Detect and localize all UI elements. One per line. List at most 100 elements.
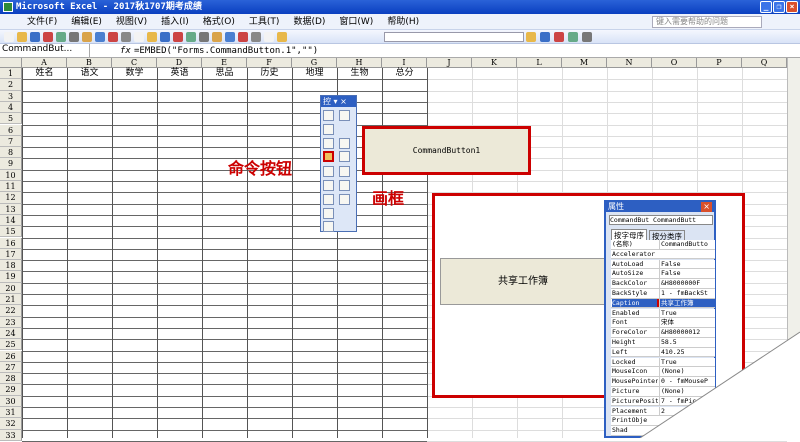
font-select[interactable] [384, 32, 524, 42]
row-header-29[interactable]: 29 [0, 384, 22, 396]
column-header-M[interactable]: M [562, 58, 607, 68]
toolbar-button-19[interactable] [251, 32, 261, 42]
menu-item-2[interactable]: 视图(V) [109, 14, 154, 30]
toolbar-button-34[interactable] [568, 32, 578, 42]
row-header-27[interactable]: 27 [0, 361, 22, 374]
property-row[interactable]: Font 宋体 [611, 318, 715, 328]
cell-H1[interactable]: 生物 [337, 68, 382, 79]
property-row[interactable]: ForeColor &H80000012 [611, 328, 715, 338]
toolbox-tool-icon[interactable] [339, 138, 350, 149]
column-header-B[interactable]: B [67, 58, 112, 68]
column-header-N[interactable]: N [607, 58, 652, 68]
cell-F1[interactable]: 历史 [247, 68, 292, 79]
toolbar-button-20[interactable] [264, 32, 274, 42]
toolbox-tool-icon[interactable] [339, 194, 350, 205]
column-header-G[interactable]: G [292, 58, 337, 68]
toolbox-tool-icon[interactable] [323, 124, 334, 135]
property-value[interactable]: 宋体 [659, 318, 715, 328]
row-header-11[interactable]: 11 [0, 181, 22, 193]
row-header-7[interactable]: 7 [0, 135, 22, 148]
command-button-tool-icon[interactable] [323, 151, 334, 162]
row-header-25[interactable]: 25 [0, 339, 22, 351]
row-header-1[interactable]: 1 [0, 68, 22, 80]
row-header-22[interactable]: 22 [0, 305, 22, 317]
property-value[interactable]: &H80000012 [659, 328, 715, 337]
property-row[interactable]: (名称) CommandButto [611, 240, 715, 250]
column-header-Q[interactable]: Q [742, 58, 787, 68]
help-search-input[interactable]: 键入需要帮助的问题 [652, 16, 762, 28]
property-row[interactable]: Left 410.25 [611, 347, 715, 358]
column-header-P[interactable]: P [697, 58, 742, 68]
toolbox-tool-icon[interactable] [323, 208, 334, 219]
property-value[interactable]: False [659, 259, 715, 269]
row-header-2[interactable]: 2 [0, 79, 22, 91]
menu-item-5[interactable]: 工具(T) [242, 14, 287, 30]
toolbox-tool-icon[interactable] [339, 166, 350, 177]
command-button[interactable]: CommandButton1 [362, 126, 531, 175]
column-header-F[interactable]: F [247, 58, 292, 68]
property-row[interactable]: PrintObje [611, 416, 715, 426]
row-header-18[interactable]: 18 [0, 260, 22, 272]
toolbar-button-21[interactable] [277, 32, 287, 42]
row-header-33[interactable]: 33 [0, 429, 22, 441]
column-header-E[interactable]: E [202, 58, 247, 68]
toolbar-button-12[interactable] [160, 32, 170, 42]
cell-G1[interactable]: 地理 [292, 68, 337, 79]
row-header-5[interactable]: 5 [0, 113, 22, 125]
property-value[interactable]: &H8000000F [659, 279, 715, 288]
row-header-21[interactable]: 21 [0, 294, 22, 306]
row-header-28[interactable]: 28 [0, 373, 22, 385]
property-row[interactable]: MousePointer 0 - fmMouseP [611, 377, 715, 387]
row-header-4[interactable]: 4 [0, 101, 22, 114]
formula-input[interactable]: =EMBED("Forms.CommandButton.1","") [134, 44, 318, 58]
row-header-30[interactable]: 30 [0, 395, 22, 407]
property-row[interactable]: PicturePosit 7 - fmPic [611, 396, 715, 407]
property-value[interactable]: 共享工作簿 [657, 298, 715, 308]
toolbar-button-3[interactable] [43, 32, 53, 42]
restore-button[interactable]: ❐ [773, 1, 785, 13]
property-value[interactable]: False [659, 269, 715, 279]
toolbar-button-10[interactable] [134, 32, 144, 42]
close-button[interactable]: × [786, 1, 798, 13]
menu-item-8[interactable]: 帮助(H) [380, 14, 426, 30]
toolbar-button-15[interactable] [199, 32, 209, 42]
property-value[interactable]: (None) [659, 387, 715, 396]
row-header-32[interactable]: 32 [0, 418, 22, 430]
property-row[interactable]: Enabled True [611, 308, 715, 319]
close-icon[interactable]: × [701, 202, 712, 212]
cell-B1[interactable]: 语文 [67, 68, 112, 79]
property-value[interactable]: (None) [659, 367, 715, 377]
menu-item-0[interactable]: 文件(F) [20, 14, 64, 30]
property-row[interactable]: MouseIcon (None) [611, 367, 715, 377]
property-value[interactable]: 1 - fmBackSt [659, 289, 715, 298]
vertical-scrollbar[interactable] [787, 58, 800, 438]
menu-item-6[interactable]: 数据(D) [286, 14, 332, 30]
object-select[interactable]: CommandBut CommandButt [609, 215, 713, 225]
toolbox-tool-icon[interactable] [323, 221, 334, 232]
property-value[interactable]: CommandButto [659, 240, 715, 249]
property-value[interactable]: True [659, 308, 715, 318]
property-row[interactable]: AutoSize False [611, 269, 715, 279]
toolbox-tool-icon[interactable] [339, 151, 350, 162]
property-row[interactable]: BackStyle 1 - fmBackSt [611, 289, 715, 299]
row-header-10[interactable]: 10 [0, 169, 22, 181]
row-header-14[interactable]: 14 [0, 214, 22, 227]
row-header-23[interactable]: 23 [0, 316, 22, 328]
property-row[interactable]: AutoLoad False [611, 259, 715, 270]
property-row[interactable]: Locked True [611, 357, 715, 368]
property-row[interactable]: Shad [611, 426, 715, 436]
row-header-15[interactable]: 15 [0, 226, 22, 238]
toolbar-button-32[interactable] [540, 32, 550, 42]
minimize-button[interactable]: _ [760, 1, 772, 13]
toolbar-button-13[interactable] [173, 32, 183, 42]
property-row[interactable]: Placement 2 [611, 406, 715, 417]
property-row[interactable]: BackColor &H8000000F [611, 279, 715, 289]
row-header-16[interactable]: 16 [0, 237, 22, 249]
toolbar-button-33[interactable] [554, 32, 564, 42]
toolbar-button-35[interactable] [582, 32, 592, 42]
toolbox-tool-icon[interactable] [323, 138, 334, 149]
toolbar-button-1[interactable] [17, 32, 27, 42]
toolbar-button-5[interactable] [69, 32, 79, 42]
row-header-26[interactable]: 26 [0, 350, 22, 362]
property-row[interactable]: Caption 共享工作簿 [611, 298, 715, 309]
